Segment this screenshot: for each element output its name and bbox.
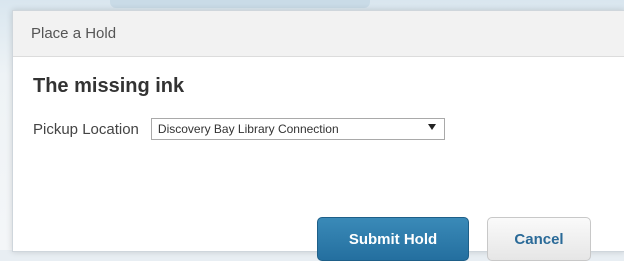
place-hold-dialog: Place a Hold The missing ink Pickup Loca…: [12, 10, 624, 261]
cancel-button[interactable]: Cancel: [487, 217, 591, 261]
item-title: The missing ink: [33, 75, 185, 97]
pickup-location-row: Pickup Location Discovery Bay Library Co…: [31, 118, 607, 140]
dropdown-arrow-icon: [427, 124, 436, 130]
dialog-header: Place a Hold: [13, 11, 624, 57]
backdrop-panel: [110, 0, 370, 8]
pickup-location-selected-value: Discovery Bay Library Connection: [157, 122, 339, 136]
dialog-title: Place a Hold: [31, 25, 117, 42]
submit-hold-button[interactable]: Submit Hold: [317, 217, 469, 261]
dialog-actions: Submit Hold Cancel: [317, 217, 591, 261]
dialog-body: The missing ink Pickup Location Discover…: [13, 57, 624, 261]
pickup-location-select[interactable]: Discovery Bay Library Connection: [150, 118, 445, 140]
pickup-location-label: Pickup Location: [33, 120, 139, 138]
